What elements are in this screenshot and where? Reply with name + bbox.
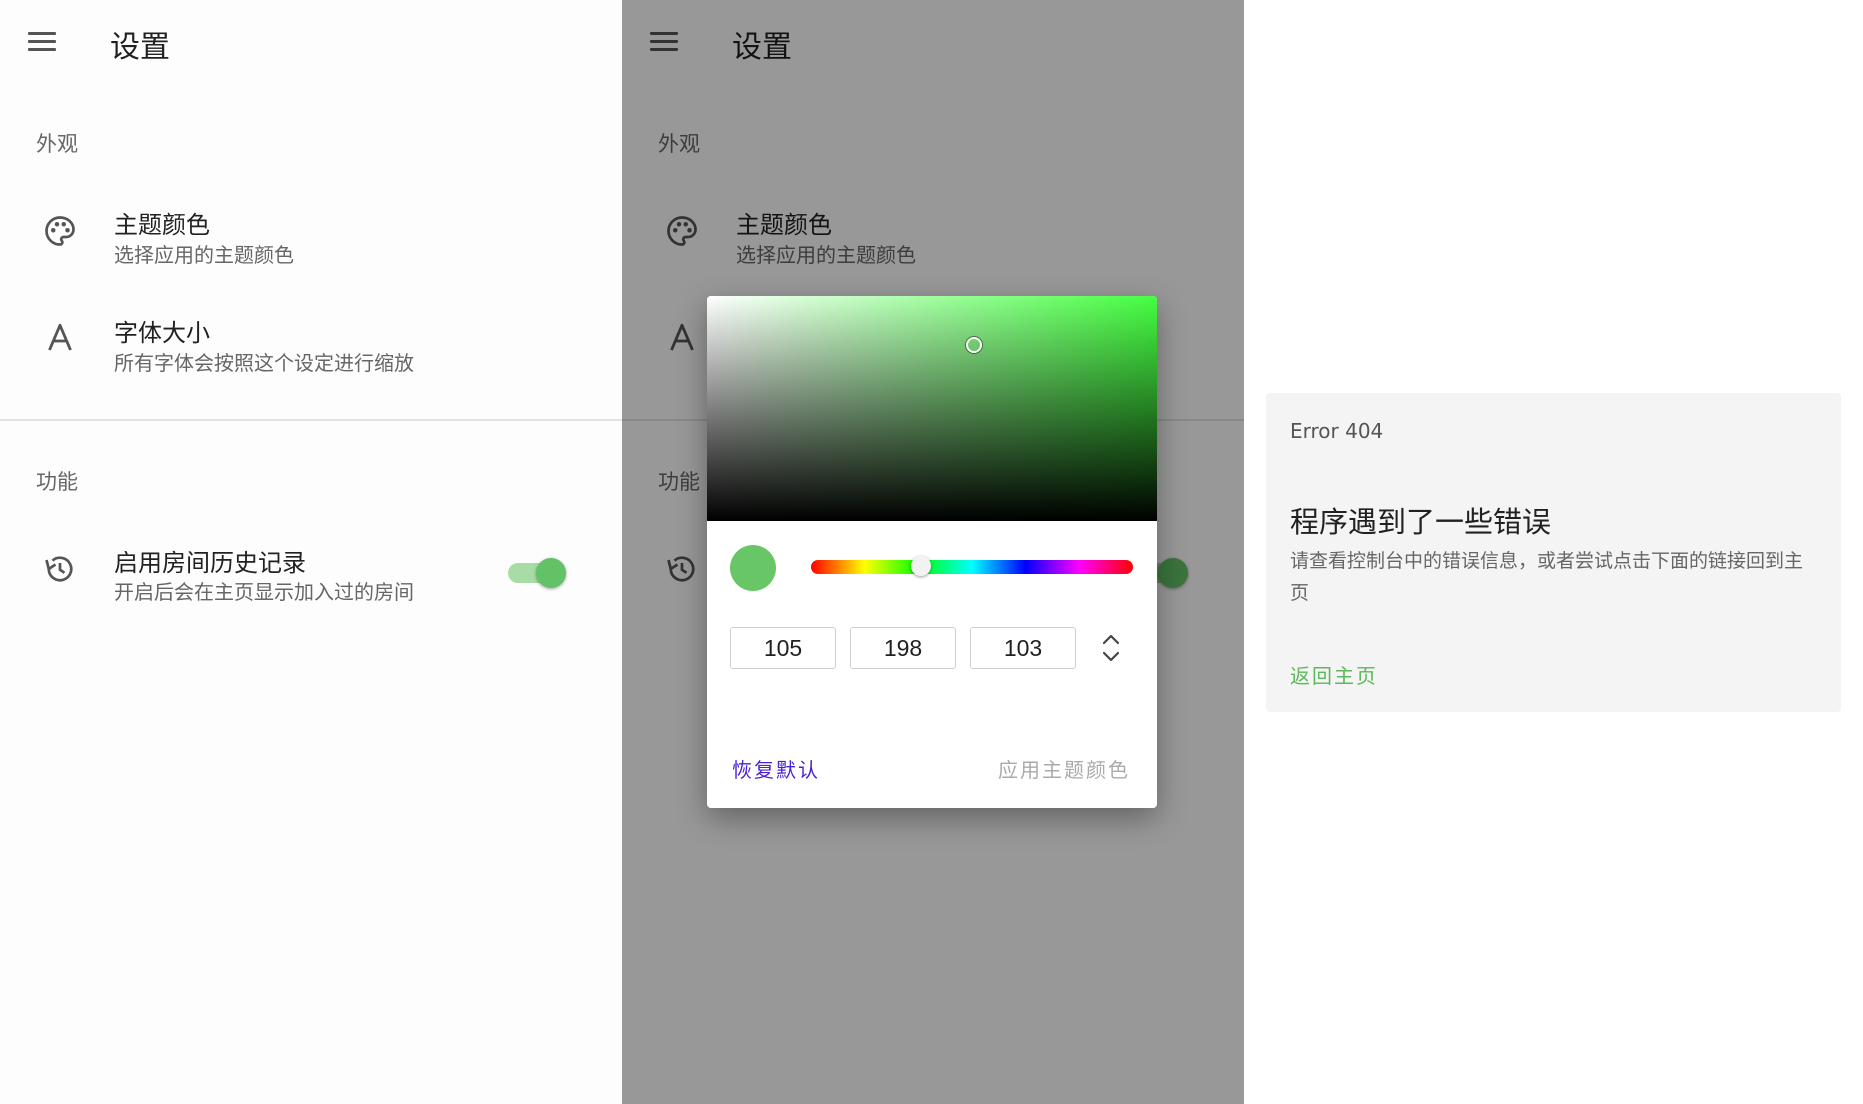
error-description: 请查看控制台中的错误信息，或者尝试点击下面的链接回到主页 bbox=[1290, 550, 1804, 604]
error-code: Error 404 bbox=[1290, 419, 1384, 443]
setting-title: 字体大小 bbox=[114, 319, 210, 347]
hue-slider[interactable] bbox=[811, 556, 1133, 576]
app-bar: 设置 bbox=[0, 0, 622, 84]
error-screen: Error 404 程序遇到了一些错误 请查看控制台中的错误信息，或者尝试点击下… bbox=[1244, 0, 1863, 1104]
setting-title: 主题颜色 bbox=[114, 211, 210, 239]
apply-theme-color-button[interactable]: 应用主题颜色 bbox=[998, 754, 1130, 783]
reset-default-button[interactable]: 恢复默认 bbox=[732, 754, 820, 783]
section-header-features: 功能 bbox=[36, 470, 78, 494]
setting-font-size[interactable]: 字体大小 所有字体会按照这个设定进行缩放 bbox=[0, 293, 622, 393]
blue-value-input[interactable] bbox=[970, 627, 1076, 669]
menu-icon[interactable] bbox=[22, 26, 62, 58]
color-picker-dialog: 恢复默认 应用主题颜色 bbox=[707, 296, 1157, 808]
settings-screen: 设置 外观 主题颜色 选择应用的主题颜色 字体大小 所有字体会按照这个设定进行缩… bbox=[0, 0, 622, 1104]
setting-subtitle: 开启后会在主页显示加入过的房间 bbox=[114, 580, 414, 604]
setting-title: 启用房间历史记录 bbox=[114, 549, 306, 577]
error-title: 程序遇到了一些错误 bbox=[1290, 505, 1552, 539]
error-card: Error 404 程序遇到了一些错误 请查看控制台中的错误信息，或者尝试点击下… bbox=[1266, 393, 1841, 712]
color-preview-swatch bbox=[730, 545, 776, 591]
toggle-thumb bbox=[536, 558, 566, 588]
green-value-input[interactable] bbox=[850, 627, 956, 669]
saturation-value-handle[interactable] bbox=[966, 337, 982, 353]
setting-subtitle: 选择应用的主题颜色 bbox=[114, 243, 294, 267]
palette-icon bbox=[45, 216, 75, 246]
page-title: 设置 bbox=[110, 30, 170, 65]
font-size-icon bbox=[48, 323, 72, 351]
history-icon bbox=[45, 556, 73, 582]
hue-slider-thumb[interactable] bbox=[911, 556, 931, 576]
divider bbox=[0, 419, 622, 421]
saturation-value-picker[interactable] bbox=[707, 296, 1157, 521]
setting-theme-color[interactable]: 主题颜色 选择应用的主题颜色 bbox=[0, 185, 622, 285]
back-home-link[interactable]: 返回主页 bbox=[1290, 660, 1378, 689]
room-history-toggle[interactable] bbox=[508, 557, 566, 588]
color-mode-toggle-icon[interactable] bbox=[1099, 630, 1123, 666]
color-picker-screen: 设置 外观 主题颜色 选择应用的主题颜色 功能 105 198 103 恢复默认… bbox=[622, 0, 1244, 1104]
red-value-input[interactable] bbox=[730, 627, 836, 669]
setting-subtitle: 所有字体会按照这个设定进行缩放 bbox=[114, 351, 414, 375]
section-header-appearance: 外观 bbox=[36, 132, 78, 156]
